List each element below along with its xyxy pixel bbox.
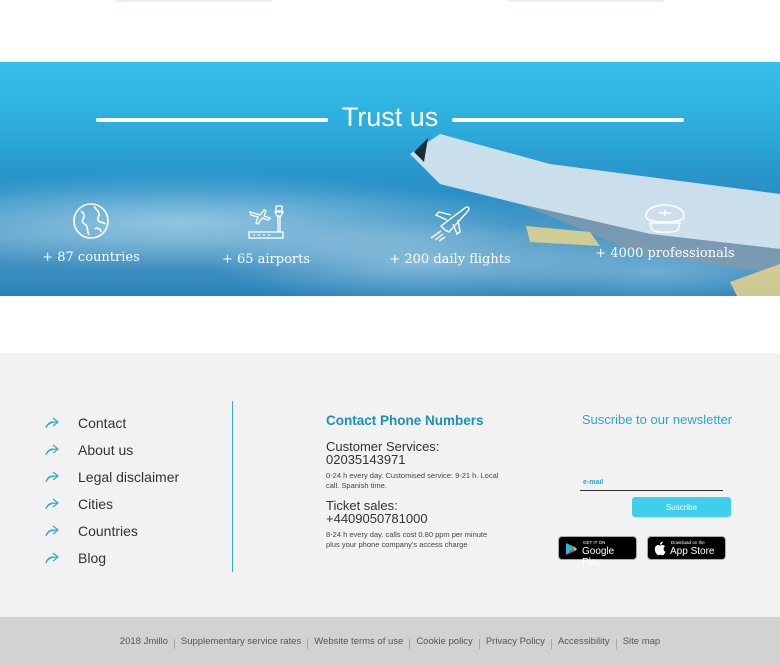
ticket-sales-phone[interactable]: +4409050781000 — [326, 512, 526, 525]
footer-divider — [232, 401, 233, 572]
title-rule-left — [96, 118, 328, 122]
stat-label: + 200 daily flights — [389, 252, 511, 267]
stat-countries: + 87 countries — [1, 202, 181, 265]
share-arrow-icon — [45, 525, 59, 536]
footer: Contact About us Legal disclaimer Cities… — [0, 353, 780, 617]
google-play-small-text: GET IT ON — [583, 540, 606, 545]
apple-icon — [654, 541, 666, 556]
footer-link-label: Cities — [78, 495, 114, 512]
legal-links: 2018 Jmillo Supplementary service rates We… — [0, 636, 780, 649]
contact-phones: Contact Phone Numbers Customer Services:… — [326, 413, 526, 550]
google-play-badge[interactable]: GET IT ON Google Play — [558, 536, 637, 568]
trust-title: Trust us — [341, 102, 439, 132]
share-arrow-icon — [45, 471, 59, 482]
stat-flights: + 200 daily flights — [360, 202, 540, 267]
legal-link-terms[interactable]: Website terms of use — [308, 636, 409, 647]
legal-link-privacy[interactable]: Privacy Policy — [480, 636, 551, 647]
share-arrow-icon — [45, 498, 59, 509]
ticket-sales-note: 8-24 h every day. calls cost 0.80 ppm pe… — [326, 530, 488, 549]
footer-link-legal[interactable]: Legal disclaimer — [44, 463, 179, 490]
footer-link-blog[interactable]: Blog — [44, 544, 179, 571]
footer-links: Contact About us Legal disclaimer Cities… — [44, 409, 179, 571]
legal-bar: 2018 Jmillo Supplementary service rates We… — [0, 617, 780, 666]
title-rule-right — [452, 118, 684, 122]
airport-icon — [248, 205, 285, 239]
legal-link-sitemap[interactable]: Site map — [617, 636, 667, 647]
legal-link-accessibility[interactable]: Accessibility — [552, 636, 616, 647]
stat-label: + 4000 professionals — [595, 246, 735, 261]
departing-plane-icon — [430, 206, 470, 242]
share-arrow-icon — [45, 444, 59, 455]
card-edge — [508, 0, 664, 2]
customer-services-note: 0-24 h every day. Customised service: 9-… — [326, 471, 499, 490]
email-field[interactable] — [580, 475, 723, 491]
app-store-badge[interactable]: Download on the App Store — [647, 536, 726, 560]
stat-professionals: + 4000 professionals — [575, 202, 755, 261]
app-store-large-text: App Store — [670, 546, 715, 557]
pilot-cap-icon — [645, 204, 685, 234]
trust-banner: Trust us + 87 countries + 65 airports + … — [0, 62, 780, 296]
footer-link-label: Countries — [78, 522, 138, 539]
google-play-large-text: Google Play — [582, 546, 615, 568]
newsletter: Suscribe to our newsletter Suscribe — [572, 412, 742, 517]
footer-link-label: Legal disclaimer — [78, 468, 180, 485]
legal-link-cookies[interactable]: Cookie policy — [410, 636, 479, 647]
footer-link-label: Blog — [78, 549, 107, 566]
share-arrow-icon — [45, 552, 59, 563]
app-store-small-text: Download on the — [671, 540, 705, 545]
contact-heading: Contact Phone Numbers — [326, 413, 484, 428]
stat-label: + 87 countries — [42, 250, 140, 265]
globe-icon — [73, 203, 109, 239]
share-arrow-icon — [45, 417, 59, 428]
google-play-icon — [566, 543, 577, 555]
footer-link-contact[interactable]: Contact — [44, 409, 179, 436]
copyright-text: 2018 Jmillo — [119, 636, 168, 647]
customer-services-phone[interactable]: 02035143971 — [326, 453, 526, 466]
stat-airports: + 65 airports — [176, 202, 356, 267]
top-strip — [0, 0, 780, 62]
card-edge — [116, 0, 272, 2]
footer-link-about[interactable]: About us — [44, 436, 179, 463]
subscribe-button[interactable]: Suscribe — [632, 497, 731, 517]
footer-link-label: Contact — [78, 414, 127, 431]
newsletter-title: Suscribe to our newsletter — [581, 412, 733, 427]
footer-link-label: About us — [78, 441, 134, 458]
stat-label: + 65 airports — [221, 252, 311, 267]
footer-link-cities[interactable]: Cities — [44, 490, 179, 517]
legal-link-service-rates[interactable]: Supplementary service rates — [175, 636, 307, 647]
footer-link-countries[interactable]: Countries — [44, 517, 179, 544]
